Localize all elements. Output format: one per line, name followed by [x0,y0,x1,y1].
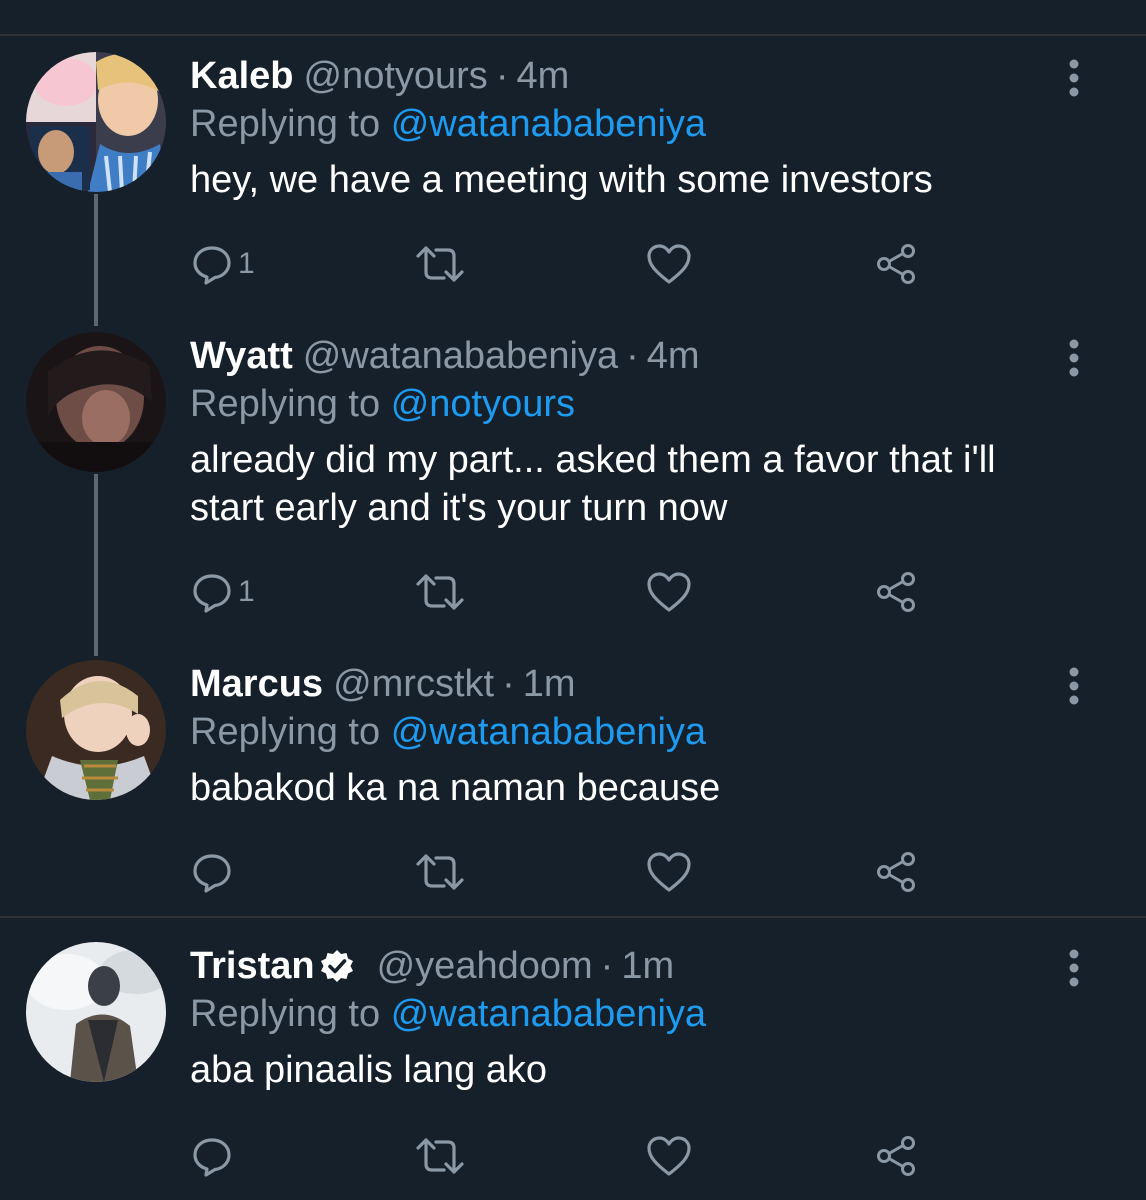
heart-icon [646,1134,692,1178]
reply-count: 1 [238,247,255,280]
timestamp[interactable]: 4m [647,332,700,380]
tweet-header: Marcus @mrcstkt · 1m [190,660,1070,708]
tweet-text: aba pinaalis lang ako [190,1049,548,1091]
replying-to-label: Replying to [190,103,381,145]
more-vertical-icon[interactable] [1060,666,1088,706]
replying-to-mention[interactable]: @notyours [391,383,575,425]
reply-icon [190,1134,234,1178]
avatar[interactable] [26,332,166,472]
separator: · [626,335,639,377]
share-icon [874,1134,918,1178]
tweet-actions [190,1132,950,1180]
top-divider [0,34,1146,36]
author-name[interactable]: Tristan [190,942,315,990]
reply-icon [190,242,234,286]
verified-badge-icon [319,948,355,984]
replying-to: Replying to @watanababeniya [190,100,1070,148]
timestamp[interactable]: 4m [516,52,569,100]
tweet-content: Kaleb @notyours · 4m Replying to @watana… [190,52,1070,204]
tweet-header: Tristan @yeahdoom · 1m [190,942,1070,990]
retweet-icon [414,850,466,894]
replying-to: Replying to @watanababeniya [190,990,1070,1038]
replying-to-mention[interactable]: @watanababeniya [391,711,706,753]
like-button[interactable] [646,240,692,288]
reply-button[interactable]: 1 [190,568,255,616]
replying-to-mention[interactable]: @watanababeniya [391,103,706,145]
retweet-button[interactable] [414,240,466,288]
author-name[interactable]: Kaleb [190,52,293,100]
tweet[interactable]: Wyatt @watanababeniya · 4m Replying to @… [0,332,1146,632]
heart-icon [646,242,692,286]
separator: · [502,663,515,705]
replying-to-label: Replying to [190,993,381,1035]
reply-button[interactable] [190,1132,238,1180]
tweet[interactable]: Tristan @yeahdoom · 1m Replying to @wata… [0,942,1146,1182]
retweet-icon [414,570,466,614]
retweet-icon [414,242,466,286]
tweet-header: Kaleb @notyours · 4m [190,52,1070,100]
author-handle[interactable]: @yeahdoom [377,942,593,990]
reply-icon [190,850,234,894]
share-button[interactable] [874,1132,918,1180]
separator: · [600,945,614,987]
tweet[interactable]: Marcus @mrcstkt · 1m Replying to @watana… [0,660,1146,900]
timestamp[interactable]: 1m [523,660,576,708]
like-button[interactable] [646,568,692,616]
retweet-button[interactable] [414,1132,466,1180]
more-vertical-icon[interactable] [1060,58,1088,98]
like-button[interactable] [646,1132,692,1180]
tweet-header: Wyatt @watanababeniya · 4m [190,332,1070,380]
share-icon [874,242,918,286]
share-button[interactable] [874,568,918,616]
author-handle[interactable]: @watanababeniya [303,332,618,380]
replying-to: Replying to @watanababeniya [190,708,1070,756]
reply-count: 1 [238,575,255,608]
tweet-actions [190,848,950,896]
thread-divider [0,916,1146,918]
reply-icon [190,570,234,614]
avatar[interactable] [26,660,166,800]
tweet-content: Marcus @mrcstkt · 1m Replying to @watana… [190,660,1070,812]
share-button[interactable] [874,848,918,896]
tweet-content: Tristan @yeahdoom · 1m Replying to @wata… [190,942,1070,1094]
author-name[interactable]: Marcus [190,660,323,708]
tweet-actions: 1 [190,240,950,288]
share-icon [874,850,918,894]
author-handle[interactable]: @notyours [303,52,487,100]
author-name[interactable]: Wyatt [190,332,293,380]
share-button[interactable] [874,240,918,288]
like-button[interactable] [646,848,692,896]
tweet-text: already did my part... asked them a favo… [190,439,996,529]
tweet-actions: 1 [190,568,950,616]
tweet-text: babakod ka na naman because [190,767,721,809]
share-icon [874,570,918,614]
timestamp[interactable]: 1m [621,942,674,990]
heart-icon [646,850,692,894]
replying-to: Replying to @notyours [190,380,1070,428]
tweet-content: Wyatt @watanababeniya · 4m Replying to @… [190,332,1070,532]
separator: · [495,55,509,97]
reply-button[interactable] [190,848,238,896]
replying-to-label: Replying to [190,711,381,753]
avatar[interactable] [26,52,166,192]
author-handle[interactable]: @mrcstkt [333,660,494,708]
retweet-button[interactable] [414,568,466,616]
heart-icon [646,570,692,614]
tweet-text: hey, we have a meeting with some investo… [190,159,933,201]
retweet-icon [414,1134,466,1178]
replying-to-label: Replying to [190,383,381,425]
replying-to-mention[interactable]: @watanababeniya [391,993,706,1035]
more-vertical-icon[interactable] [1060,948,1088,988]
reply-button[interactable]: 1 [190,240,255,288]
tweet[interactable]: Kaleb @notyours · 4m Replying to @watana… [0,52,1146,302]
avatar[interactable] [26,942,166,1082]
more-vertical-icon[interactable] [1060,338,1088,378]
retweet-button[interactable] [414,848,466,896]
